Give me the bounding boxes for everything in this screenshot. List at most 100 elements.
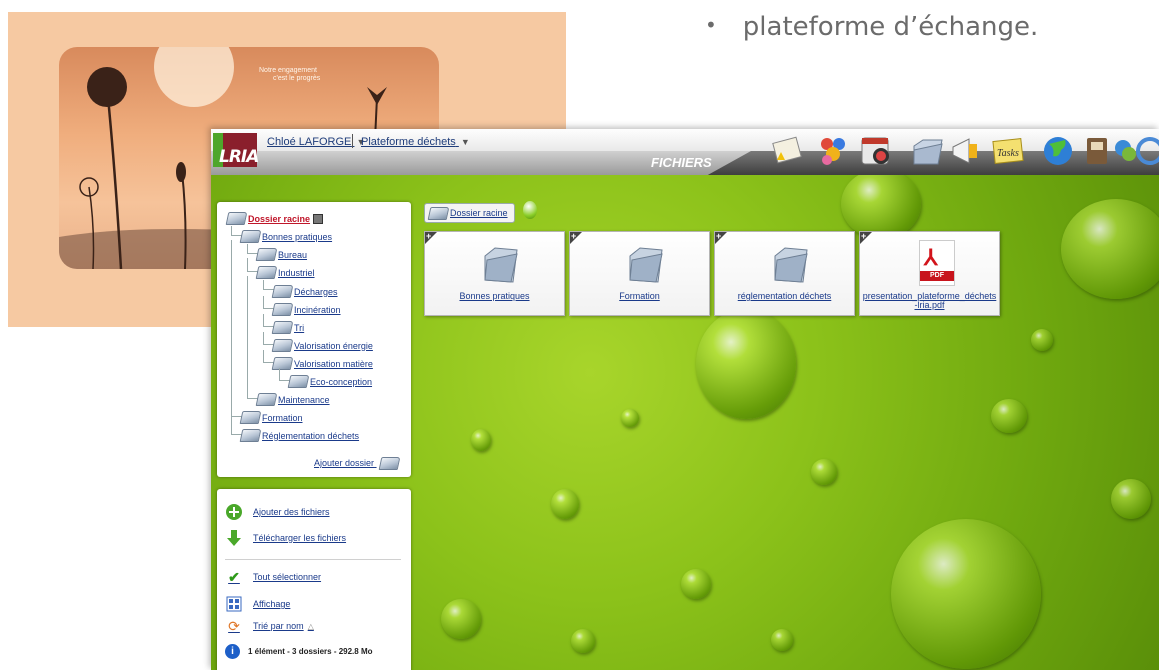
tile-label: presentation_plateforme_déchets-lria.pdf xyxy=(862,291,997,310)
globe-icon[interactable] xyxy=(1041,134,1075,168)
tree-item-bureau[interactable]: Bureau xyxy=(255,248,308,261)
expand-icon[interactable]: + xyxy=(715,231,727,244)
water-drop xyxy=(1031,329,1053,351)
water-drop xyxy=(571,629,595,653)
water-drop xyxy=(991,399,1027,433)
tree-item-incineration[interactable]: Incinération xyxy=(271,303,341,316)
tile-folder-reglementation-dechets[interactable]: + réglementation déchets xyxy=(714,231,855,316)
expand-icon[interactable]: + xyxy=(860,231,872,244)
tree-item-industriel[interactable]: Industriel xyxy=(255,266,315,279)
logo-text: LRIA xyxy=(219,147,259,167)
tree-item-reglementation-dechets[interactable]: Réglementation déchets xyxy=(239,429,360,442)
folder-icon[interactable] xyxy=(911,134,945,168)
slide-bullet-text: plateforme d’échange. xyxy=(742,12,1039,42)
display-button[interactable]: Affichage xyxy=(225,595,290,613)
tile-label: réglementation déchets xyxy=(737,291,832,301)
water-drop xyxy=(771,629,793,651)
water-drop xyxy=(551,489,579,519)
tile-file-presentation-pdf[interactable]: + ⅄ PDF presentation_plateforme_déchets-… xyxy=(859,231,1000,316)
tree-item-label: Maintenance xyxy=(278,394,330,405)
collapse-icon[interactable] xyxy=(313,213,324,224)
checkmark-icon: ✔ xyxy=(228,568,240,585)
sort-label: Trié par nom xyxy=(253,621,304,631)
news-icon[interactable] xyxy=(771,134,805,168)
platform-menu-label: Plateforme déchets xyxy=(361,136,456,148)
sync-icon[interactable] xyxy=(1133,134,1159,168)
photo-caption-2: c'est le progrès xyxy=(273,75,321,82)
tree-item-label: Eco-conception xyxy=(310,376,373,387)
tree-item-label: Réglementation déchets xyxy=(262,430,360,441)
water-drop xyxy=(523,201,537,219)
folder-icon xyxy=(484,247,518,283)
tree-item-label: Bureau xyxy=(278,249,308,260)
add-folder-button[interactable]: Ajouter dossier xyxy=(314,457,401,470)
calendar-icon[interactable] xyxy=(859,134,893,168)
user-menu-label: Chloé LAFORGE xyxy=(267,136,352,148)
water-drop xyxy=(1061,199,1159,299)
user-menu[interactable]: Chloé LAFORGE ▼ xyxy=(267,136,365,148)
sort-ascending-icon[interactable]: △ xyxy=(308,622,314,631)
chevron-down-icon: ▼ xyxy=(460,137,470,147)
lria-logo[interactable]: LRIA xyxy=(213,133,259,167)
add-folder-icon xyxy=(378,457,400,470)
bullet-dot: • xyxy=(705,13,717,37)
megaphone-icon[interactable] xyxy=(949,134,983,168)
sort-icon: ⟳ xyxy=(228,617,240,634)
water-drop xyxy=(841,169,921,239)
folder-icon xyxy=(427,206,450,220)
tree-item-maintenance[interactable]: Maintenance xyxy=(255,393,330,406)
folder-tree-panel: Dossier racine Bonnes pratiques Bureau I… xyxy=(217,202,411,477)
water-drop xyxy=(621,409,639,427)
tree-item-decharges[interactable]: Décharges xyxy=(271,285,338,298)
expand-icon[interactable]: + xyxy=(425,231,437,244)
tree-item-valorisation-energie[interactable]: Valorisation énergie xyxy=(271,339,373,352)
tasks-icon[interactable]: Tasks xyxy=(991,134,1025,168)
section-title: FICHIERS xyxy=(651,155,712,170)
download-files-label: Télécharger les fichiers xyxy=(253,533,347,543)
tree-item-eco-conception[interactable]: Eco-conception xyxy=(287,375,373,388)
folder-icon xyxy=(225,212,248,225)
info-icon: i xyxy=(225,644,240,659)
platform-menu[interactable]: Plateforme déchets ▼ xyxy=(361,136,470,148)
water-drop xyxy=(696,309,796,419)
pdf-icon: ⅄ PDF xyxy=(919,240,955,286)
tree-item-formation[interactable]: Formation xyxy=(239,411,303,424)
folder-icon xyxy=(239,429,262,442)
folder-icon xyxy=(271,285,294,298)
tree-root[interactable]: Dossier racine xyxy=(225,212,324,225)
tree-root-label: Dossier racine xyxy=(248,213,311,224)
tile-label: Bonnes pratiques xyxy=(459,291,530,301)
slide-bullet: • plateforme d’échange. xyxy=(705,12,1038,42)
folder-icon xyxy=(255,248,278,261)
water-drop xyxy=(681,569,711,599)
tree-item-label: Valorisation énergie xyxy=(294,340,373,351)
tree-connector xyxy=(247,276,258,399)
tree-item-label: Incinération xyxy=(294,304,341,315)
breadcrumb[interactable]: Dossier racine xyxy=(424,203,515,223)
breadcrumb-label: Dossier racine xyxy=(450,208,508,218)
download-arrow-icon xyxy=(225,529,243,547)
top-bar: LRIA Chloé LAFORGE ▼ Plateforme déchets … xyxy=(211,129,1159,175)
tree-item-tri[interactable]: Tri xyxy=(271,321,304,334)
tile-folder-formation[interactable]: + Formation xyxy=(569,231,710,316)
tile-folder-bonnes-pratiques[interactable]: + Bonnes pratiques xyxy=(424,231,565,316)
add-files-button[interactable]: Ajouter des fichiers xyxy=(225,503,330,521)
select-all-button[interactable]: ✔ Tout sélectionner xyxy=(225,568,321,586)
folder-icon xyxy=(255,266,278,279)
tree-item-label: Valorisation matière xyxy=(294,358,373,369)
grid-view-icon xyxy=(225,595,243,613)
sort-button[interactable]: ⟳ Trié par nom △ xyxy=(225,617,314,635)
add-folder-label: Ajouter dossier xyxy=(314,457,375,468)
acrobat-symbol-icon: ⅄ xyxy=(924,245,938,270)
folder-icon xyxy=(271,339,294,352)
tasks-label: Tasks xyxy=(997,148,1019,159)
app-window: LRIA Chloé LAFORGE ▼ Plateforme déchets … xyxy=(211,129,1159,670)
tree-item-bonnes-pratiques[interactable]: Bonnes pratiques xyxy=(239,230,333,243)
download-files-button[interactable]: Télécharger les fichiers xyxy=(225,529,346,547)
tree-item-label: Décharges xyxy=(294,286,338,297)
users-icon[interactable] xyxy=(817,134,851,168)
pdf-badge: PDF xyxy=(920,271,954,281)
expand-icon[interactable]: + xyxy=(570,231,582,244)
folder-icon xyxy=(774,247,808,283)
tree-item-label: Bonnes pratiques xyxy=(262,231,333,242)
